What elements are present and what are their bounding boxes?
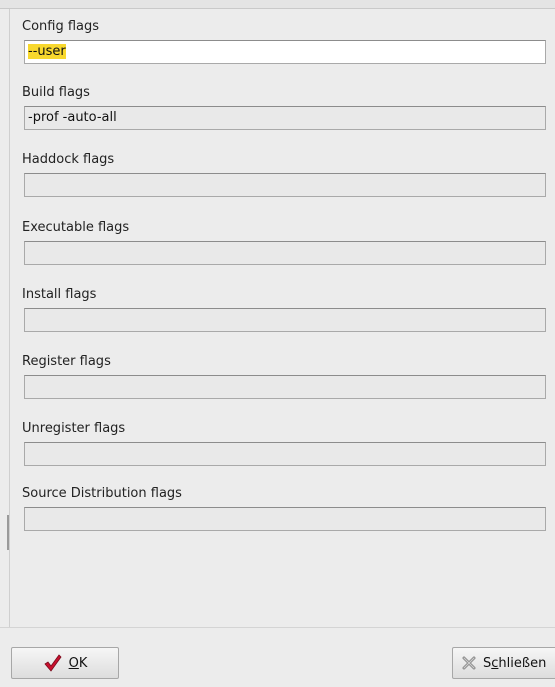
- button-bar: OK Schließen: [0, 627, 555, 687]
- flags-panel: Config flags --user Build flags -prof -a…: [10, 9, 555, 627]
- executable-flags-input[interactable]: [24, 241, 546, 265]
- source-distribution-flags-label: Source Distribution flags: [22, 486, 182, 501]
- haddock-flags-label: Haddock flags: [22, 152, 115, 167]
- ok-button[interactable]: OK: [11, 647, 119, 679]
- haddock-flags-input[interactable]: [24, 173, 546, 197]
- config-flags-label: Config flags: [22, 19, 100, 34]
- register-flags-input[interactable]: [24, 375, 546, 399]
- executable-flags-label: Executable flags: [22, 220, 130, 235]
- close-x-icon: [461, 655, 477, 671]
- source-distribution-flags-input[interactable]: [24, 507, 546, 531]
- install-flags-label: Install flags: [22, 287, 97, 302]
- build-flags-input[interactable]: -prof -auto-all: [24, 106, 546, 130]
- config-flags-selected-text: --user: [28, 44, 66, 59]
- resize-handle[interactable]: [7, 515, 9, 550]
- unregister-flags-group: Unregister flags: [22, 419, 547, 466]
- executable-flags-group: Executable flags: [22, 218, 547, 265]
- window-top-edge: [0, 0, 555, 9]
- checkmark-icon: [43, 653, 63, 673]
- register-flags-group: Register flags: [22, 352, 547, 399]
- dialog-window: Config flags --user Build flags -prof -a…: [0, 0, 555, 687]
- close-button[interactable]: Schließen: [452, 647, 555, 679]
- unregister-flags-input[interactable]: [24, 442, 546, 466]
- source-distribution-flags-group: Source Distribution flags: [22, 484, 547, 531]
- build-flags-group: Build flags -prof -auto-all: [22, 83, 547, 130]
- config-flags-input[interactable]: --user: [24, 40, 546, 64]
- install-flags-group: Install flags: [22, 285, 547, 332]
- install-flags-input[interactable]: [24, 308, 546, 332]
- config-flags-group: Config flags --user: [22, 17, 547, 64]
- unregister-flags-label: Unregister flags: [22, 421, 126, 436]
- close-button-label: Schließen: [483, 655, 547, 671]
- register-flags-label: Register flags: [22, 354, 111, 369]
- haddock-flags-group: Haddock flags: [22, 150, 547, 197]
- build-flags-label: Build flags: [22, 85, 90, 100]
- ok-button-label: OK: [68, 655, 88, 671]
